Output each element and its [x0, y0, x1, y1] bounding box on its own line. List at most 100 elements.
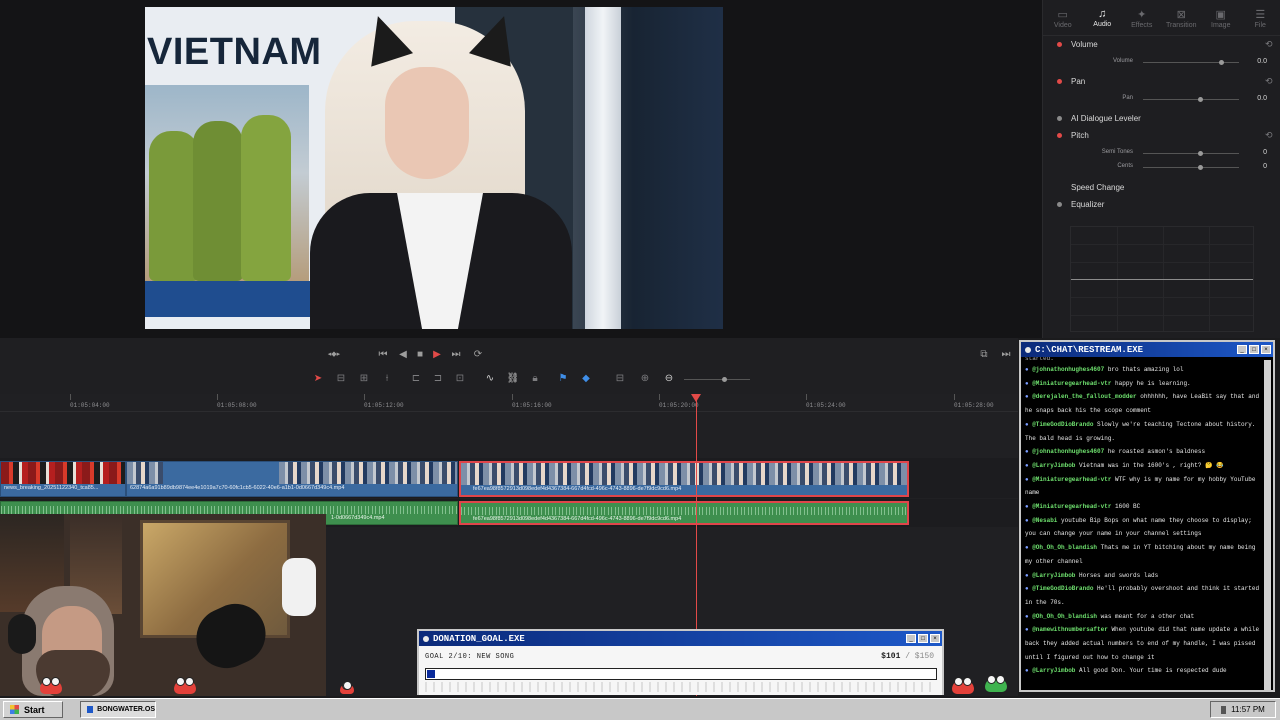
- chat-username[interactable]: @johnathonhughes4607: [1032, 366, 1104, 373]
- start-button[interactable]: Start: [3, 701, 63, 718]
- cents-value[interactable]: 0: [1241, 163, 1267, 170]
- donation-window[interactable]: DONATION_GOAL.EXE _ □ × GOAL 2/10: NEW S…: [417, 629, 944, 695]
- close-icon[interactable]: ×: [1261, 345, 1271, 354]
- speaker-icon[interactable]: [1221, 705, 1227, 714]
- equalizer-graph[interactable]: [1070, 226, 1254, 332]
- close-icon[interactable]: ×: [930, 634, 940, 643]
- chat-messages[interactable]: started. ● @johnathonhughes4607 bro that…: [1025, 357, 1261, 691]
- go-to-start-icon[interactable]: ⏮: [375, 349, 391, 360]
- slider-knob[interactable]: [1198, 165, 1203, 170]
- audio-clip-selected[interactable]: fe67ea98f8572913d098edef4d4367384-667d4f…: [459, 501, 909, 525]
- zoom-full-icon[interactable]: ⊟: [612, 373, 628, 384]
- chat-username[interactable]: @LarryJimbob: [1032, 667, 1075, 674]
- chat-username[interactable]: @namewithnumbersafter: [1032, 626, 1108, 633]
- go-to-end-icon[interactable]: ⏭: [448, 349, 464, 360]
- chat-username[interactable]: @Miniaturegearhead-vtr: [1032, 476, 1111, 483]
- clip-thumbnails: [279, 462, 457, 484]
- chat-username[interactable]: @TimeGodDioBrando: [1032, 585, 1093, 592]
- chat-username[interactable]: @Miniaturegearhead-vtr: [1032, 380, 1111, 387]
- tab-transition[interactable]: ⊠ Transition: [1162, 0, 1202, 35]
- zoom-slider[interactable]: [684, 377, 750, 382]
- pan-value[interactable]: 0.0: [1241, 95, 1267, 102]
- flag-icon[interactable]: ⚑: [555, 373, 571, 384]
- playhead-handle[interactable]: [691, 394, 701, 402]
- semitones-slider[interactable]: [1143, 151, 1239, 156]
- section-enabled-dot[interactable]: [1057, 116, 1062, 121]
- reset-icon[interactable]: ⟲: [1265, 76, 1273, 87]
- goal-tick-strip: [425, 682, 937, 692]
- volume-value[interactable]: 0.0: [1241, 58, 1267, 65]
- chat-username[interactable]: @Miniaturegearhead-vtr: [1032, 503, 1111, 510]
- snapping-icon[interactable]: ∿: [482, 373, 498, 384]
- video-clip[interactable]: 62874a6a91b89db9874ee4e1019a7c70-60fc1cb…: [126, 461, 458, 497]
- eq-curve[interactable]: [1071, 279, 1253, 280]
- minimize-icon[interactable]: _: [906, 634, 916, 643]
- section-title: Volume: [1071, 40, 1098, 49]
- volume-slider[interactable]: [1143, 60, 1239, 65]
- play-reverse-icon[interactable]: ◀: [395, 349, 411, 360]
- pan-slider[interactable]: [1143, 97, 1239, 102]
- chat-window[interactable]: C:\CHAT\RESTREAM.EXE _ □ × started. ● @j…: [1019, 340, 1275, 692]
- chat-message: ● @Miniaturegearhead-vtr 1600 BC: [1025, 500, 1261, 514]
- video-preview[interactable]: VIETNAM: [145, 7, 723, 329]
- fullscreen-icon[interactable]: ⧉: [976, 349, 992, 360]
- jog-icon[interactable]: ◂◆▸: [326, 350, 342, 358]
- chat-username[interactable]: @Oh_Oh_Oh_blandish: [1032, 544, 1097, 551]
- marker-icon[interactable]: ◆: [578, 373, 594, 384]
- video-icon: ▭: [1057, 9, 1068, 21]
- play-icon[interactable]: ▶: [429, 349, 445, 360]
- chat-username[interactable]: @TimeGodDioBrando: [1032, 421, 1093, 428]
- tab-file[interactable]: ☰ File: [1241, 0, 1280, 35]
- chat-username[interactable]: @LarryJimbob: [1032, 462, 1075, 469]
- overwrite-clip-icon[interactable]: ⊐: [430, 373, 446, 384]
- donation-titlebar[interactable]: DONATION_GOAL.EXE _ □ ×: [419, 631, 942, 646]
- tab-image[interactable]: ▣ Image: [1201, 0, 1241, 35]
- audio-waveform: [1, 506, 457, 514]
- insert-clip-icon[interactable]: ⊏: [408, 373, 424, 384]
- tab-video[interactable]: ▭ Video: [1043, 0, 1083, 35]
- chat-username[interactable]: @Nesabi: [1032, 517, 1057, 524]
- minimize-icon[interactable]: _: [1237, 345, 1247, 354]
- section-enabled-dot[interactable]: [1057, 42, 1062, 47]
- video-clip[interactable]: news_breaking_20251122340_tca85...: [0, 461, 126, 497]
- video-clip-selected[interactable]: fe67ea98f8572913d098edef4d4367384-667d4f…: [459, 461, 909, 497]
- maximize-icon[interactable]: □: [1249, 345, 1259, 354]
- window-icon: [87, 706, 94, 713]
- taskbar-item[interactable]: BONGWATER.OS: [80, 701, 156, 718]
- section-enabled-dot[interactable]: [1057, 202, 1062, 207]
- reset-icon[interactable]: ⟲: [1265, 130, 1273, 141]
- tab-effects[interactable]: ✦ Effects: [1122, 0, 1162, 35]
- section-enabled-dot[interactable]: [1057, 79, 1062, 84]
- blade-tool-icon[interactable]: ⟊: [379, 373, 395, 384]
- lock-icon[interactable]: 🔒︎: [527, 373, 543, 384]
- chat-username[interactable]: @johnathonhughes4607: [1032, 448, 1104, 455]
- slider-knob[interactable]: [722, 377, 727, 382]
- dynamic-trim-icon[interactable]: ⊞: [356, 373, 372, 384]
- skip-icon[interactable]: ⏭: [998, 349, 1014, 360]
- tab-audio[interactable]: ♫ Audio: [1083, 0, 1123, 35]
- chat-username[interactable]: @Oh_Oh_Oh_blandish: [1032, 613, 1097, 620]
- maximize-icon[interactable]: □: [918, 634, 928, 643]
- cents-slider[interactable]: [1143, 165, 1239, 170]
- semitones-value[interactable]: 0: [1241, 149, 1267, 156]
- chat-text: happy he is learning.: [1115, 379, 1191, 387]
- reset-icon[interactable]: ⟲: [1265, 39, 1273, 50]
- loop-icon[interactable]: ⟳: [470, 349, 486, 360]
- slider-knob[interactable]: [1198, 97, 1203, 102]
- chat-titlebar[interactable]: C:\CHAT\RESTREAM.EXE _ □ ×: [1021, 342, 1273, 357]
- timecode-label: 01:05:28:00: [954, 394, 994, 409]
- scrollbar[interactable]: [1264, 360, 1271, 690]
- stop-icon[interactable]: ■: [412, 349, 428, 360]
- slider-knob[interactable]: [1198, 151, 1203, 156]
- trim-tool-icon[interactable]: ⊟: [333, 373, 349, 384]
- slider-knob[interactable]: [1219, 60, 1224, 65]
- zoom-detail-icon[interactable]: ⊕: [637, 373, 653, 384]
- zoom-custom-icon[interactable]: ⊖: [661, 373, 677, 384]
- timecode-ruler[interactable]: 01:05:04:00 01:05:08:00 01:05:12:00 01:0…: [0, 394, 1018, 412]
- replace-clip-icon[interactable]: ⊡: [452, 373, 468, 384]
- section-enabled-dot[interactable]: [1057, 133, 1062, 138]
- selection-tool-icon[interactable]: ➤: [310, 373, 326, 384]
- chat-username[interactable]: @LarryJimbob: [1032, 572, 1075, 579]
- chat-username[interactable]: @derejalen_the_fallout_modder: [1032, 393, 1136, 400]
- linked-selection-icon[interactable]: ⛓: [505, 373, 521, 384]
